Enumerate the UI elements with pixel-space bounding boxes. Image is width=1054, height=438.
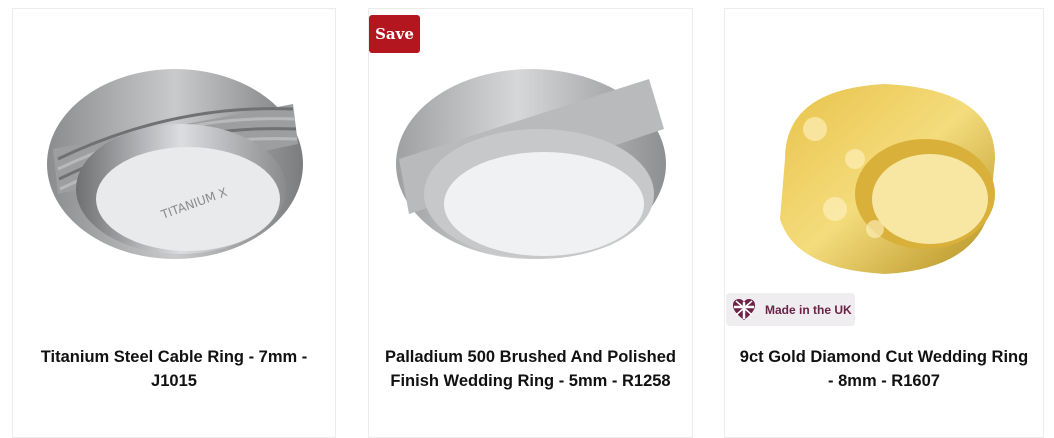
- palladium-ring-icon[interactable]: [369, 9, 694, 329]
- made-in-uk-badge: Made in the UK: [726, 293, 855, 326]
- made-in-uk-label: Made in the UK: [765, 302, 852, 317]
- union-jack-heart-icon: [733, 298, 755, 320]
- product-card[interactable]: 9ct Gold Diamond Cut Wedding Ring - 8mm …: [724, 8, 1044, 438]
- product-title[interactable]: Palladium 500 Brushed And Polished Finis…: [379, 345, 682, 393]
- product-card[interactable]: TITANIUM X Titanium Steel Cable Ring - 7…: [12, 8, 336, 438]
- gold-ring-icon[interactable]: [725, 9, 1045, 329]
- product-card[interactable]: Palladium 500 Brushed And Polished Finis…: [368, 8, 693, 438]
- titanium-ring-icon[interactable]: TITANIUM X: [13, 9, 337, 329]
- product-title[interactable]: Titanium Steel Cable Ring - 7mm - J1015: [23, 345, 325, 393]
- save-badge: Save: [369, 15, 420, 53]
- product-title[interactable]: 9ct Gold Diamond Cut Wedding Ring - 8mm …: [735, 345, 1033, 393]
